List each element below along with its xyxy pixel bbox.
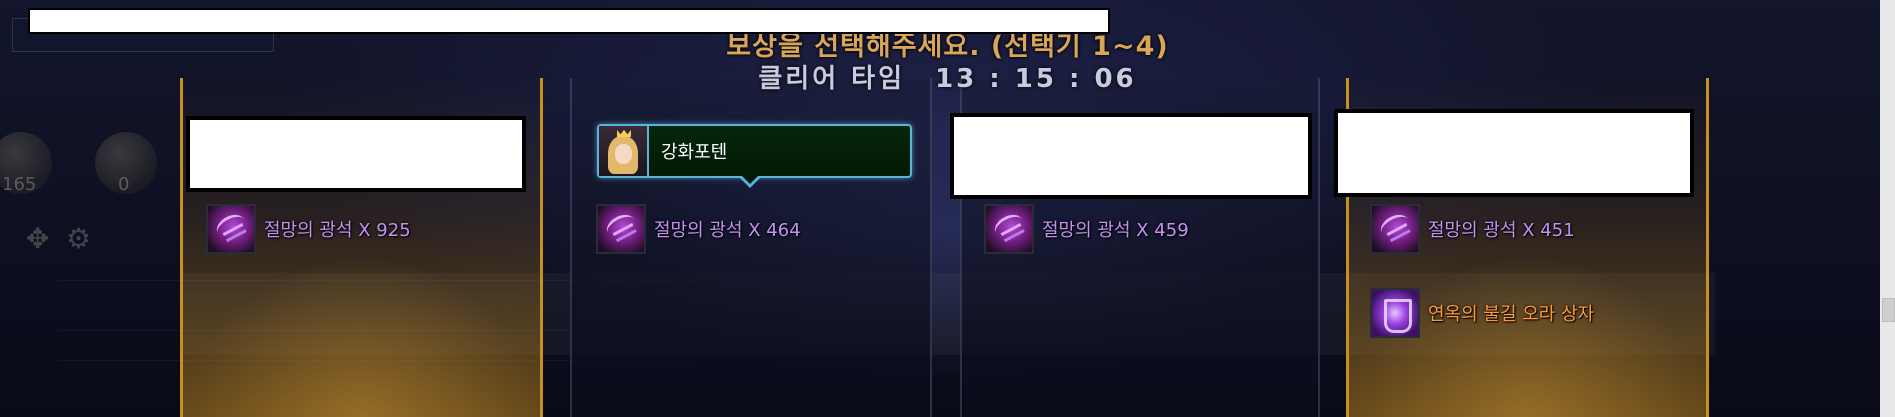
background-counter: 165	[2, 174, 37, 195]
aura-box-icon	[1370, 288, 1420, 338]
background-counter: 0	[118, 174, 130, 195]
despair-ore-icon	[984, 204, 1034, 254]
despair-ore-icon	[206, 204, 256, 254]
reward-item-label: 절망의 광석 X 464	[654, 220, 801, 241]
tooltip-arrow-inner	[741, 175, 759, 184]
scrollbar-thumb[interactable]	[1882, 298, 1895, 322]
reward-item[interactable]: 절망의 광석 X 451	[1370, 202, 1575, 256]
reward-item-label: 절망의 광석 X 925	[264, 220, 411, 241]
redacted-player-name	[1334, 109, 1694, 197]
reward-item-label: 절망의 광석 X 451	[1428, 220, 1575, 241]
clear-time-value: 13 : 15 : 06	[935, 64, 1137, 94]
reward-item[interactable]: 절망의 광석 X 925	[206, 202, 411, 256]
character-portrait-icon	[599, 126, 649, 176]
despair-ore-icon	[1370, 204, 1420, 254]
reward-item[interactable]: 절망의 광석 X 464	[596, 202, 801, 256]
redacted-player-name	[950, 113, 1312, 199]
window-scrollbar[interactable]	[1880, 0, 1895, 417]
reward-item[interactable]: 연옥의 불길 오라 상자	[1370, 286, 1594, 340]
clear-time: 클리어 타임 13 : 15 : 06	[0, 58, 1895, 95]
tooltip-character-name: 강화포텐	[661, 142, 728, 163]
reward-item-label: 연옥의 불길 오라 상자	[1428, 304, 1595, 325]
reward-item-label: 절망의 광석 X 459	[1042, 220, 1189, 241]
character-tooltip: 강화포텐	[597, 124, 912, 178]
reward-selection-screen: 165 0 ✥ ⚙ 보상을 선택해주세요. (선택기 1~4) 클리어 타임 1…	[0, 0, 1895, 417]
reward-item[interactable]: 절망의 광석 X 459	[984, 202, 1189, 256]
redacted-player-name	[186, 116, 526, 192]
despair-ore-icon	[596, 204, 646, 254]
move-icon: ✥	[26, 222, 50, 255]
gear-icon: ⚙	[66, 222, 92, 255]
redacted-top-bar	[28, 8, 1110, 34]
clear-time-label: 클리어 타임	[758, 64, 906, 94]
